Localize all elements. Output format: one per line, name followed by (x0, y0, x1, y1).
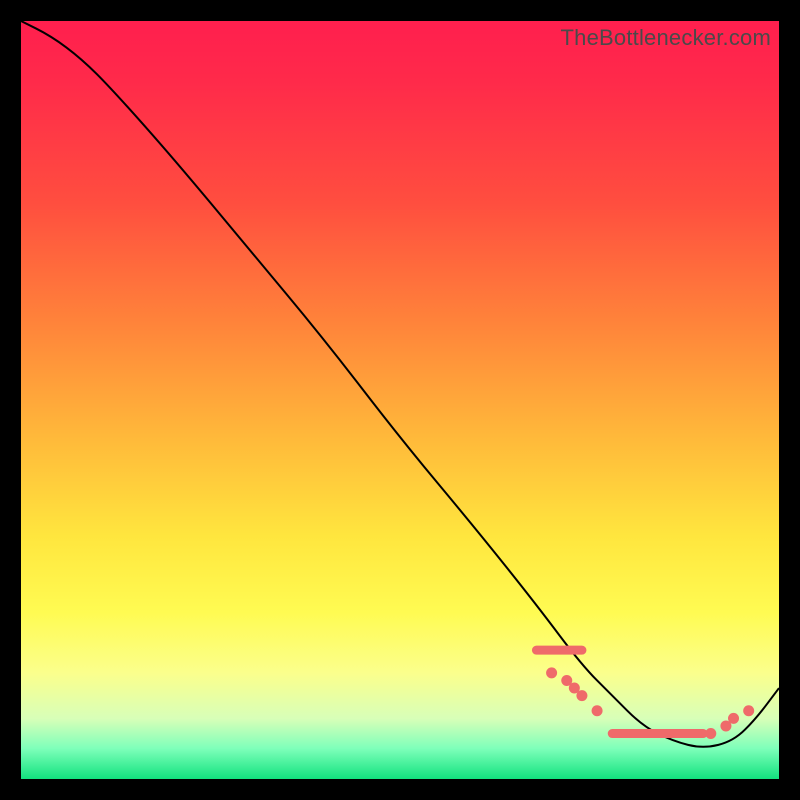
chart-stage: TheBottlenecker.com (0, 0, 800, 800)
chart-svg (21, 21, 779, 779)
chart-curve (21, 21, 779, 747)
chart-marker-dot (705, 728, 716, 739)
chart-plot-area: TheBottlenecker.com (21, 21, 779, 779)
chart-marker-dot (728, 713, 739, 724)
chart-marker-dot (743, 705, 754, 716)
chart-marker-dot (546, 667, 557, 678)
chart-marker-dot (592, 705, 603, 716)
chart-marker-dot (576, 690, 587, 701)
